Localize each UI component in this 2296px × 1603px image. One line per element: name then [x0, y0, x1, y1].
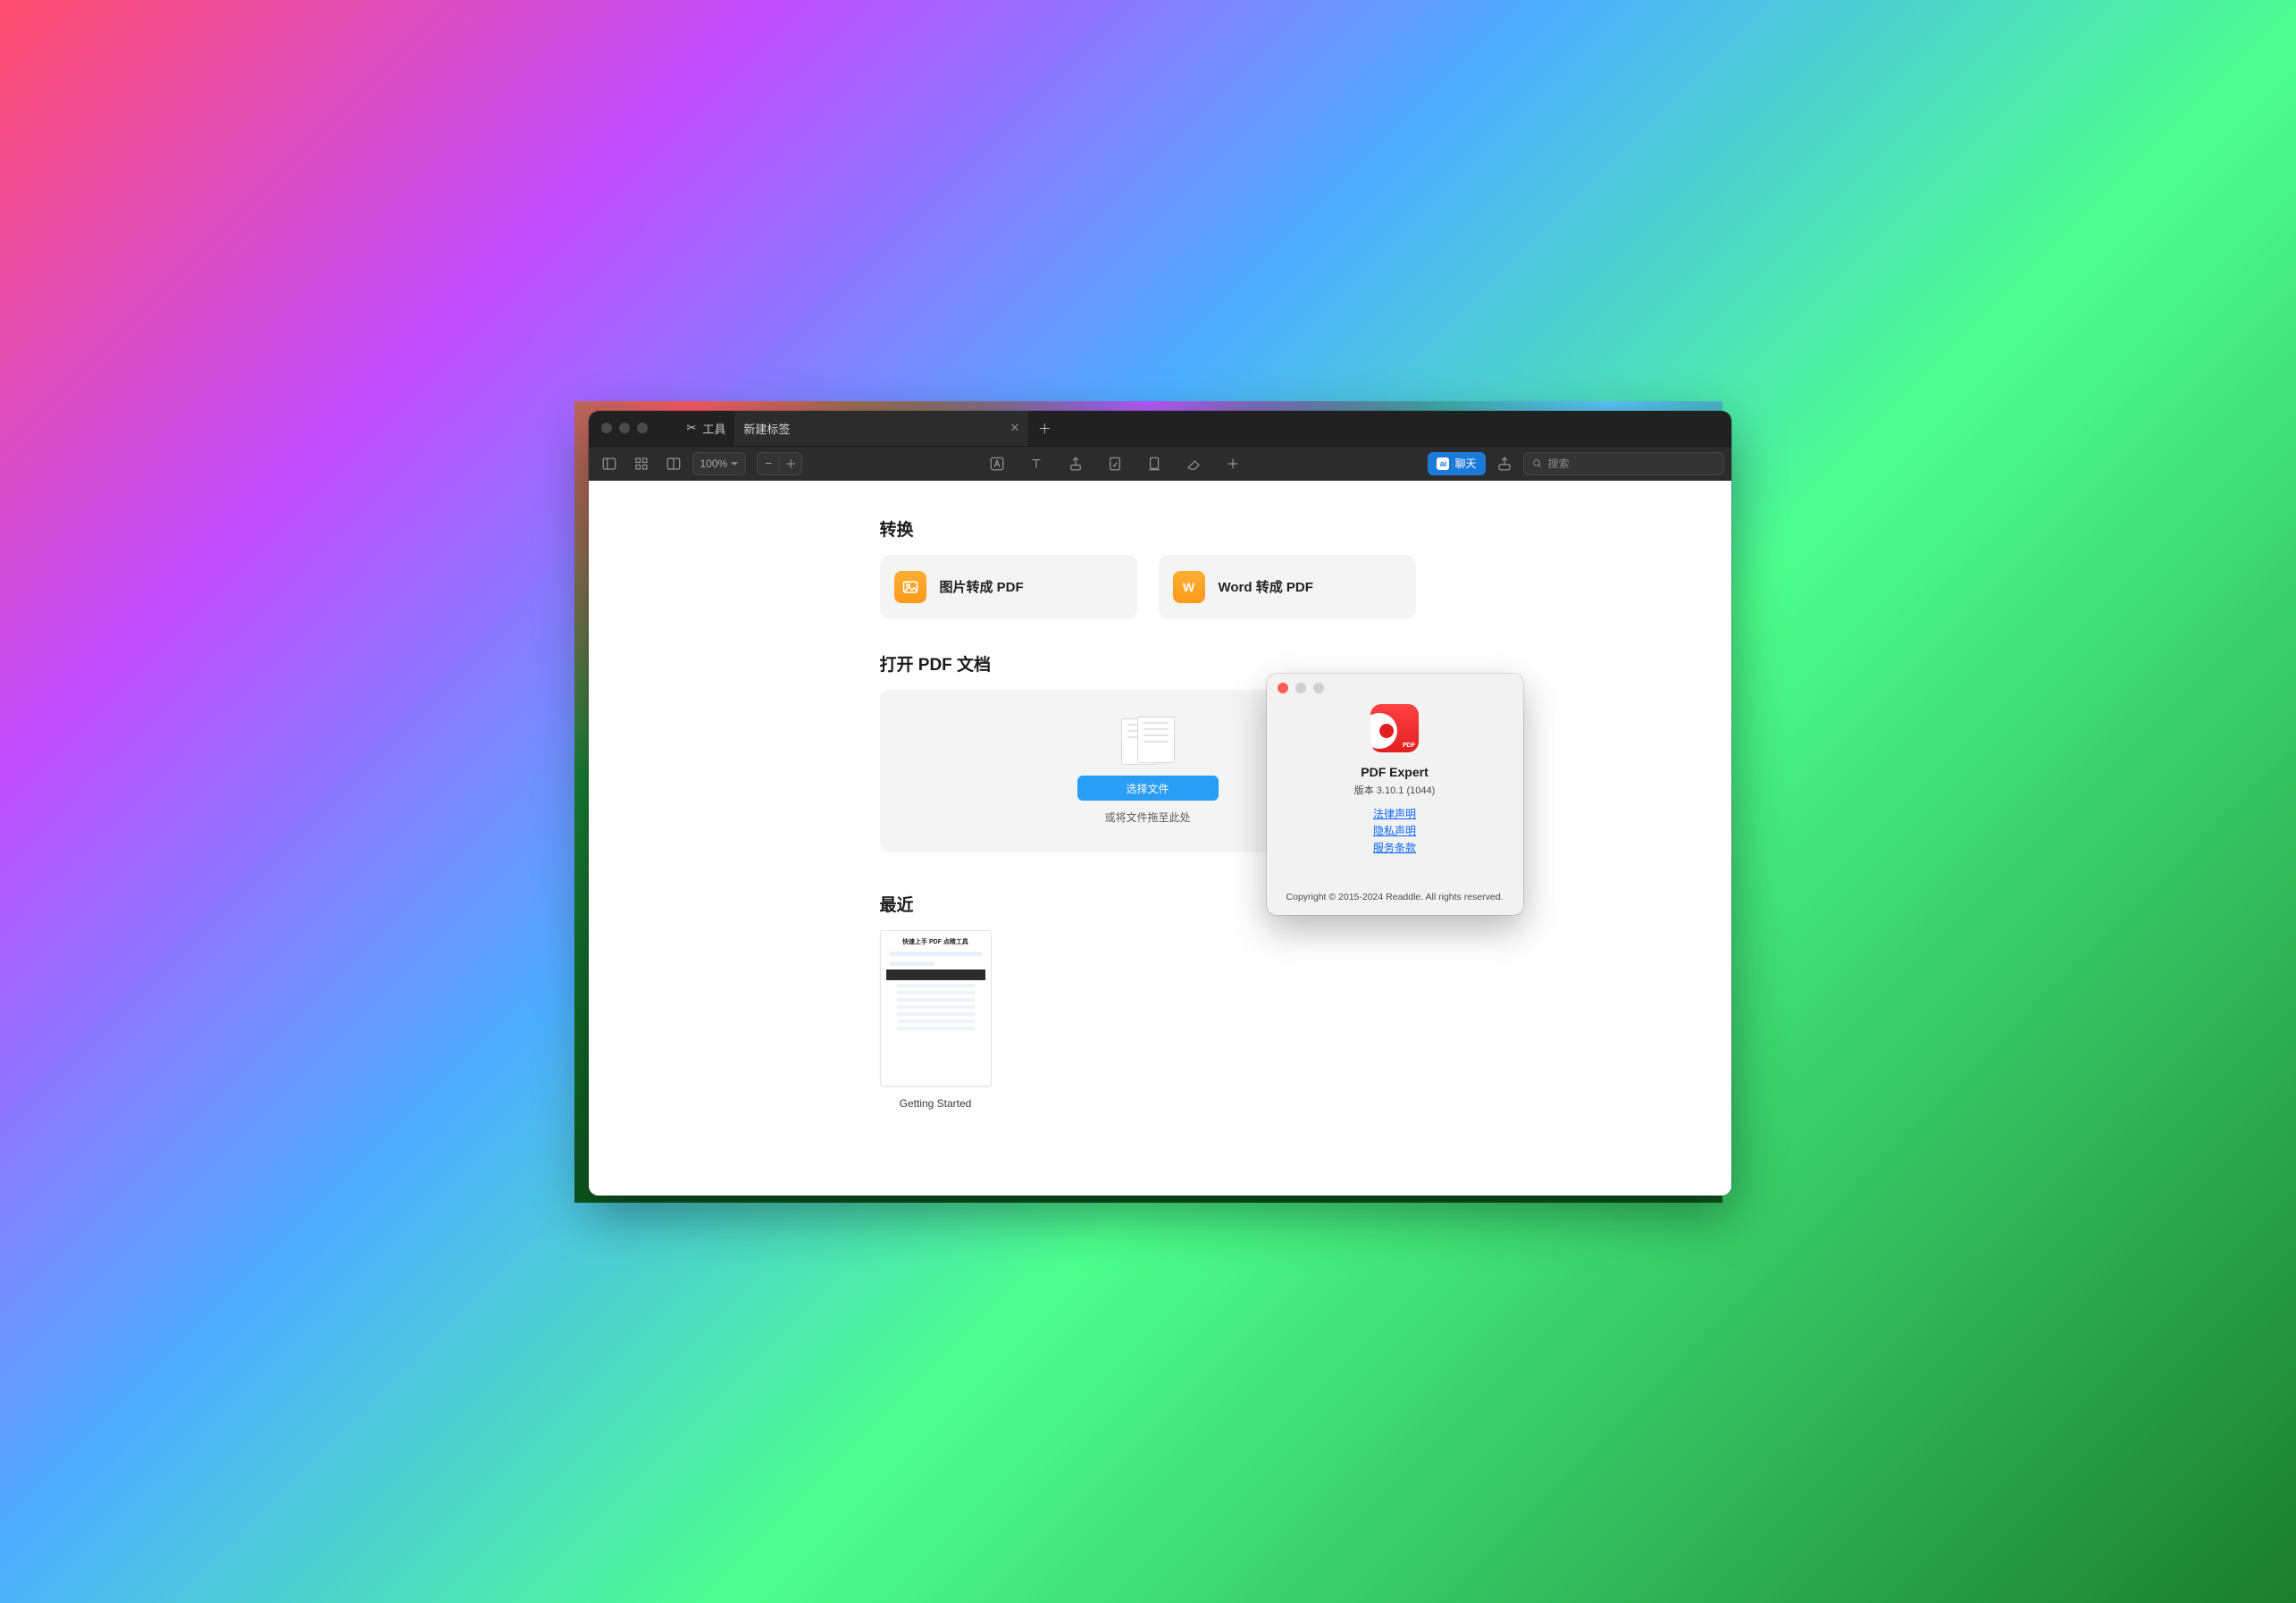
zoom-out-button[interactable]: −	[758, 457, 779, 470]
tools-tab-label: 工具	[702, 420, 725, 437]
search-placeholder: 搜索	[1548, 456, 1570, 471]
new-tab-button[interactable]: ＋	[1029, 411, 1060, 446]
recent-thumbnail: 快速上手 PDF 点睛工具	[880, 930, 992, 1087]
titlebar: ✂︎ 工具 新建标签 ✕ ＋	[589, 411, 1731, 446]
main-window: ✂︎ 工具 新建标签 ✕ ＋ 100% −	[589, 411, 1731, 1196]
grid-icon	[633, 456, 649, 472]
eraser-icon	[1186, 456, 1202, 472]
about-minimize-dot	[1295, 683, 1306, 693]
toolbar: 100% − ＋	[589, 446, 1731, 481]
about-copyright: Copyright © 2015-2024 Readdle. All right…	[1286, 892, 1504, 902]
share-button[interactable]	[1062, 452, 1089, 475]
form-icon	[1107, 456, 1123, 472]
image-to-pdf-label: 图片转成 PDF	[940, 577, 1024, 596]
image-icon	[894, 571, 926, 603]
document-tab[interactable]: 新建标签 ✕	[734, 411, 1029, 446]
about-window-controls[interactable]	[1267, 674, 1324, 693]
upload-icon	[1068, 456, 1084, 472]
about-dialog: PDF PDF Expert 版本 3.10.1 (1044) 法律声明 隐私声…	[1267, 674, 1523, 915]
about-zoom-dot	[1313, 683, 1324, 693]
about-version: 版本 3.10.1 (1044)	[1354, 783, 1436, 797]
thumbnails-button[interactable]	[628, 452, 655, 475]
document-tab-label: 新建标签	[743, 420, 790, 437]
word-icon: W	[1173, 571, 1205, 603]
close-tab-icon[interactable]: ✕	[1010, 421, 1020, 435]
legal-link[interactable]: 法律声明	[1373, 806, 1416, 821]
letter-a-icon	[989, 456, 1005, 472]
search-icon	[1531, 457, 1543, 469]
text-t-icon	[1028, 456, 1044, 472]
tools-tab[interactable]: ✂︎ 工具	[678, 411, 735, 446]
toolbar-center-tools	[984, 452, 1246, 475]
documents-stack-icon	[1121, 717, 1175, 767]
zoom-control[interactable]: 100%	[692, 452, 747, 475]
ai-icon: ai	[1437, 457, 1449, 470]
convert-heading: 转换	[880, 516, 1731, 541]
book-icon	[666, 456, 682, 472]
about-app-name: PDF Expert	[1361, 765, 1428, 779]
export-icon	[1496, 456, 1513, 472]
recent-item[interactable]: 快速上手 PDF 点睛工具 Getting Started	[880, 930, 992, 1110]
window-controls[interactable]	[589, 423, 678, 433]
sidebar-toggle-button[interactable]	[596, 452, 623, 475]
recent-item-name: Getting Started	[880, 1097, 992, 1110]
pdf-badge: PDF	[1403, 743, 1415, 749]
stamp-icon	[1146, 456, 1162, 472]
choose-file-button[interactable]: 选择文件	[1077, 776, 1219, 801]
thumb-title: 快速上手 PDF 点睛工具	[888, 937, 984, 946]
ai-chat-button[interactable]: ai 聊天	[1428, 452, 1485, 475]
image-to-pdf-card[interactable]: 图片转成 PDF	[880, 555, 1137, 619]
zoom-stepper: − ＋	[757, 452, 802, 475]
close-window-dot[interactable]	[601, 423, 612, 433]
word-to-pdf-card[interactable]: W Word 转成 PDF	[1159, 555, 1416, 619]
drag-hint-label: 或将文件拖至此处	[1104, 810, 1190, 825]
eraser-tool-button[interactable]	[1180, 452, 1207, 475]
annotate-text-button[interactable]	[984, 452, 1010, 475]
stamp-tool-button[interactable]	[1141, 452, 1168, 475]
form-tool-button[interactable]	[1102, 452, 1128, 475]
about-close-dot[interactable]	[1278, 683, 1288, 693]
word-to-pdf-label: Word 转成 PDF	[1219, 577, 1313, 596]
export-button[interactable]	[1491, 452, 1518, 475]
open-heading: 打开 PDF 文档	[880, 651, 1731, 676]
chat-label: 聊天	[1454, 456, 1476, 471]
zoom-level-label[interactable]: 100%	[693, 457, 746, 470]
sidebar-icon	[601, 456, 617, 472]
app-icon: PDF	[1370, 704, 1419, 752]
privacy-link[interactable]: 隐私声明	[1373, 823, 1416, 838]
add-tool-button[interactable]	[1219, 452, 1246, 475]
minimize-window-dot[interactable]	[619, 423, 630, 433]
plus-icon	[1225, 456, 1241, 472]
terms-link[interactable]: 服务条款	[1373, 840, 1416, 855]
text-tool-button[interactable]	[1023, 452, 1050, 475]
two-page-button[interactable]	[660, 452, 687, 475]
main-content: 转换 图片转成 PDF W Word 转成 PDF 打开 PDF 文档	[589, 481, 1731, 1196]
zoom-window-dot[interactable]	[637, 423, 648, 433]
tools-icon: ✂︎	[687, 421, 697, 435]
search-field[interactable]: 搜索	[1523, 452, 1724, 475]
zoom-in-button[interactable]: ＋	[780, 455, 801, 472]
